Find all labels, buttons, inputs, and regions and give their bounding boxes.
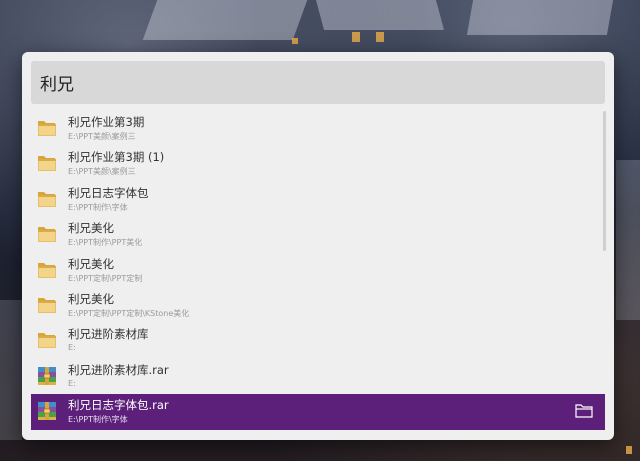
result-item[interactable]: 利兄日志字体包 E:\PPT制作\字体 [31,182,605,217]
result-title: 利兄美化 [68,291,114,306]
result-path: E:\PPT定制\PPT定制\KStone美化 [68,308,190,318]
launcher-window: 利兄作业第3期E:\PPT美颜\案例三利兄作业第3期 (1)E:\PPT美颜\案… [22,52,614,440]
result-title: 利兄美化 [68,221,114,236]
result-title: 利兄作业第3期 [68,115,145,129]
result-path: E: [68,378,76,388]
result-item-selected[interactable]: 利兄日志字体包.rar E:\PPT制作\字体 [31,394,605,430]
result-path: E:\PPT定制\PPT定制 [68,273,143,283]
result-item[interactable]: 利兄作业第3期 (1) E:\PPT美颜\案例三 [31,146,605,181]
result-item[interactable]: 利兄美化 E:\PPT制作\PPT美化 [31,217,605,252]
archive-icon [36,400,58,422]
result-path: E: [68,343,76,353]
archive-icon [36,365,58,387]
folder-icon [36,329,58,351]
result-title: 利兄进阶素材库 [68,327,149,342]
result-title: 利兄日志字体包.rar [68,398,169,413]
result-path: E:\PPT美颜\案例三 [68,167,136,177]
result-title: 利兄进阶素材库.rar [68,362,169,377]
result-item[interactable]: 利兄作业第3期 E:\PPT美颜\案例三 [31,111,605,146]
results-list: 利兄作业第3期 E:\PPT美颜\案例三 利兄作业第3期 (1) E:\PPT美颜\案… [31,111,605,431]
result-path: E:\PPT制作\PPT美化 [68,238,143,248]
folder-icon [36,259,58,281]
result-item[interactable]: 利兄美化 E:\PPT定制\PPT定制 [31,253,605,288]
result-title: 利兄作业第3期 (1) [68,150,165,165]
results-scrollbar[interactable] [603,111,606,431]
folder-icon [36,188,58,210]
folder-icon [36,152,58,174]
result-item[interactable]: 利兄进阶素材库.rar E: [31,359,605,394]
result-path: E:\PPT制作\字体 [68,415,128,425]
scrollbar-thumb[interactable] [603,111,606,251]
result-item[interactable]: 利兄进阶素材库 E: [31,323,605,358]
folder-icon [36,223,58,245]
result-path: E:\PPT美颜\案例三 [68,132,136,141]
result-path: E:\PPT制作\字体 [68,202,128,212]
search-bar [31,61,605,104]
folder-icon [36,294,58,316]
result-item[interactable]: 利兄美化 E:\PPT定制\PPT定制\KStone美化 [31,288,605,323]
open-folder-icon[interactable] [575,403,593,419]
result-title: 利兄美化 [68,256,114,271]
folder-icon [36,117,58,139]
search-input[interactable] [38,71,605,94]
result-title: 利兄日志字体包 [68,185,149,200]
